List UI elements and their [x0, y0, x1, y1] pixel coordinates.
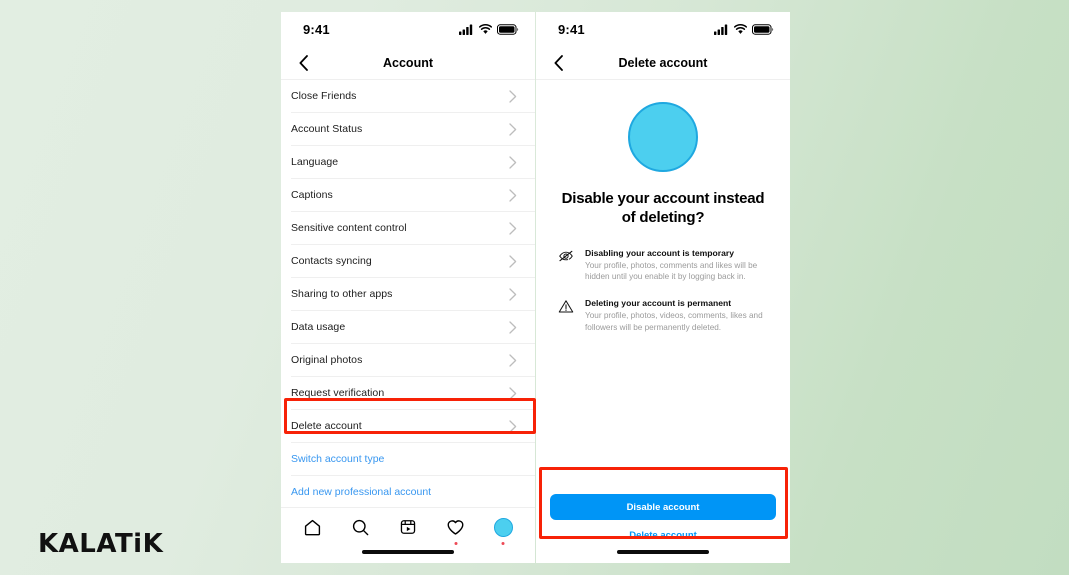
info-item-title: Deleting your account is permanent	[585, 298, 732, 309]
cellular-signal-icon	[459, 24, 473, 35]
phone-screen-delete-account: 9:41 Delete account Disable your account…	[536, 12, 790, 563]
info-item-text: Disabling your account is temporary Your…	[585, 248, 772, 284]
cellular-signal-icon	[714, 24, 728, 35]
page-title: Account	[383, 55, 433, 70]
battery-icon	[752, 23, 774, 35]
chevron-right-icon	[509, 254, 517, 268]
info-item-delete-permanent: Deleting your account is permanent Your …	[554, 298, 772, 334]
warning-triangle-icon	[558, 298, 575, 334]
home-indicator	[617, 550, 709, 554]
action-area: Disable account Delete account	[536, 494, 790, 541]
settings-row-label: Account Status	[291, 123, 363, 135]
info-list: Disabling your account is temporary Your…	[554, 248, 772, 335]
link-row-add-new-professional-account[interactable]: Add new professional account	[281, 476, 535, 508]
heart-icon[interactable]	[441, 512, 471, 545]
chevron-right-icon	[509, 419, 517, 433]
notification-dot	[501, 542, 505, 545]
settings-row-label: Delete account	[291, 420, 362, 432]
status-bar-left: 9:41	[281, 12, 535, 46]
nav-bar-right: Delete account	[536, 46, 790, 80]
avatar	[493, 517, 513, 537]
tab-items	[281, 508, 535, 546]
delete-account-button[interactable]: Delete account	[550, 530, 776, 541]
settings-row-data-usage[interactable]: Data usage	[281, 311, 535, 343]
settings-row-close-friends[interactable]: Close Friends	[281, 80, 535, 112]
settings-row-label: Data usage	[291, 321, 346, 333]
settings-row-label: Original photos	[291, 354, 363, 366]
chevron-right-icon	[509, 320, 517, 334]
notification-dot	[454, 542, 458, 545]
settings-row-sharing-to-other-apps[interactable]: Sharing to other apps	[281, 278, 535, 310]
chevron-right-icon	[509, 89, 517, 103]
chevron-right-icon	[509, 188, 517, 202]
settings-row-label: Sensitive content control	[291, 222, 407, 234]
status-icons	[459, 23, 519, 35]
phone-screen-account: 9:41 Account Close Friends Account Statu…	[281, 12, 535, 563]
info-item-text: Deleting your account is permanent Your …	[585, 298, 772, 334]
eye-off-icon	[558, 248, 575, 284]
profile-avatar-large	[628, 102, 698, 172]
info-item-disable-temporary: Disabling your account is temporary Your…	[554, 248, 772, 284]
settings-row-language[interactable]: Language	[281, 146, 535, 178]
chevron-right-icon	[509, 221, 517, 235]
headline-text: Disable your account instead of deleting…	[561, 190, 765, 226]
battery-icon	[497, 23, 519, 35]
settings-row-label: Close Friends	[291, 90, 357, 102]
nav-bar-left: Account	[281, 46, 535, 80]
settings-row-label: Captions	[291, 189, 333, 201]
link-row-switch-account-type[interactable]: Switch account type	[281, 443, 535, 475]
link-row-label: Switch account type	[291, 453, 385, 465]
info-item-description: Your profile, photos, videos, comments, …	[585, 311, 763, 333]
settings-row-original-photos[interactable]: Original photos	[281, 344, 535, 376]
settings-row-contacts-syncing[interactable]: Contacts syncing	[281, 245, 535, 277]
settings-row-label: Request verification	[291, 387, 385, 399]
wifi-icon	[734, 23, 747, 34]
profile-avatar[interactable]	[488, 512, 518, 545]
home-indicator	[362, 550, 454, 554]
status-bar-right: 9:41	[536, 12, 790, 46]
settings-row-label: Sharing to other apps	[291, 288, 393, 300]
reels-icon[interactable]	[393, 512, 423, 542]
settings-row-request-verification[interactable]: Request verification	[281, 377, 535, 409]
search-icon[interactable]	[345, 512, 375, 542]
settings-row-label: Language	[291, 156, 339, 168]
wifi-icon	[479, 23, 492, 34]
status-time: 9:41	[303, 21, 330, 37]
bottom-tab-bar	[281, 507, 535, 563]
chevron-left-icon[interactable]	[293, 53, 313, 73]
chevron-right-icon	[509, 353, 517, 367]
status-icons	[714, 23, 774, 35]
settings-row-delete-account[interactable]: Delete account	[281, 410, 535, 442]
page-title: Delete account	[618, 55, 708, 70]
chevron-left-icon[interactable]	[548, 53, 568, 73]
chevron-right-icon	[509, 386, 517, 400]
chevron-right-icon	[509, 122, 517, 136]
settings-row-label: Contacts syncing	[291, 255, 372, 267]
home-icon[interactable]	[298, 512, 328, 542]
status-time: 9:41	[558, 21, 585, 37]
chevron-right-icon	[509, 287, 517, 301]
info-item-title: Disabling your account is temporary	[585, 247, 734, 258]
disable-account-button[interactable]: Disable account	[550, 494, 776, 520]
link-row-label: Add new professional account	[291, 486, 432, 498]
chevron-right-icon	[509, 155, 517, 169]
info-item-description: Your profile, photos, comments and likes…	[585, 260, 758, 282]
delete-account-body: Disable your account instead of deleting…	[536, 80, 790, 563]
settings-row-sensitive-content-control[interactable]: Sensitive content control	[281, 212, 535, 244]
settings-list: Close Friends Account Status Language Ca…	[281, 80, 535, 508]
watermark-logo: KALATiK	[38, 529, 164, 559]
settings-row-captions[interactable]: Captions	[281, 179, 535, 211]
settings-row-account-status[interactable]: Account Status	[281, 113, 535, 145]
